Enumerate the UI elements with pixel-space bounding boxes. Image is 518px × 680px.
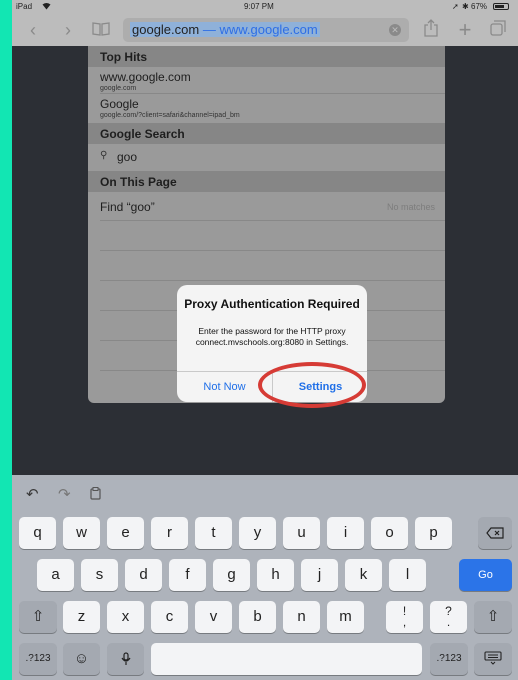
key-k[interactable]: k	[345, 559, 382, 591]
keyboard: ↶ ↷ qwertyuiop asdfghjkl Go ⇧ zxcvbnm !,…	[12, 475, 518, 680]
url-domain: google.com	[132, 22, 200, 37]
search-query: goo	[117, 150, 138, 164]
forward-icon[interactable]: ›	[57, 19, 79, 41]
search-icon: ⚲	[100, 150, 108, 161]
numbers-key-right[interactable]: .?123	[430, 643, 468, 675]
battery-icon	[493, 3, 509, 10]
key-h[interactable]: h	[257, 559, 294, 591]
key-u[interactable]: u	[283, 517, 320, 549]
new-tab-icon[interactable]: +	[454, 19, 476, 41]
undo-icon[interactable]: ↶	[26, 485, 39, 503]
delete-key[interactable]	[478, 517, 512, 549]
key-s[interactable]: s	[81, 559, 118, 591]
share-icon[interactable]	[420, 19, 442, 41]
shift-right-key[interactable]: ⇧	[474, 601, 512, 633]
suggestion-subtitle: google.com/?client=safari&channel=ipad_b…	[100, 112, 240, 119]
key-y[interactable]: y	[239, 517, 276, 549]
question-period-key[interactable]: ?.	[430, 601, 467, 633]
key-n[interactable]: n	[283, 601, 320, 633]
highlight-circle	[258, 362, 366, 408]
on-this-page-header: On This Page	[88, 171, 445, 192]
dismiss-keyboard-icon[interactable]	[474, 643, 512, 675]
numbers-key-left[interactable]: .?123	[19, 643, 57, 675]
suggestion-title: Google	[100, 97, 139, 111]
space-bar[interactable]	[151, 643, 422, 675]
ipad-screen: iPad 9:07 PM ➚ ✱ 67% ‹ › google.com — ww…	[12, 0, 518, 680]
address-bar[interactable]: google.com — www.google.com ✕	[123, 18, 409, 42]
key-label: ,	[402, 615, 407, 629]
bluetooth-icon: ✱	[462, 2, 469, 11]
dialog-title: Proxy Authentication Required	[184, 297, 360, 311]
exclaim-comma-key[interactable]: !,	[386, 601, 423, 633]
key-l[interactable]: l	[389, 559, 426, 591]
key-c[interactable]: c	[151, 601, 188, 633]
key-q[interactable]: q	[19, 517, 56, 549]
device-label: iPad	[16, 2, 33, 11]
tabs-icon[interactable]	[487, 19, 509, 41]
key-v[interactable]: v	[195, 601, 232, 633]
back-icon[interactable]: ‹	[22, 19, 44, 41]
key-j[interactable]: j	[301, 559, 338, 591]
key-p[interactable]: p	[415, 517, 452, 549]
wifi-icon	[42, 2, 51, 12]
search-suggestion-row[interactable]: ⚲ goo	[100, 144, 445, 171]
key-x[interactable]: x	[107, 601, 144, 633]
suggestion-title: www.google.com	[100, 70, 191, 84]
suggestion-row[interactable]: Google google.com/?client=safari&channel…	[100, 94, 445, 120]
key-f[interactable]: f	[169, 559, 206, 591]
browser-toolbar: ‹ › google.com — www.google.com ✕ +	[12, 14, 518, 46]
suggestion-row[interactable]: www.google.com google.com	[100, 67, 445, 94]
google-search-header: Google Search	[88, 123, 445, 144]
shift-left-key[interactable]: ⇧	[19, 601, 57, 633]
key-b[interactable]: b	[239, 601, 276, 633]
key-z[interactable]: z	[63, 601, 100, 633]
key-d[interactable]: d	[125, 559, 162, 591]
key-g[interactable]: g	[213, 559, 250, 591]
find-result: No matches	[386, 202, 435, 212]
bookmarks-icon[interactable]	[90, 19, 112, 41]
paste-icon[interactable]	[90, 487, 101, 504]
battery-percent: 67%	[471, 2, 488, 11]
redo-icon[interactable]: ↷	[58, 485, 71, 503]
key-m[interactable]: m	[327, 601, 364, 633]
divider	[100, 280, 445, 281]
go-key[interactable]: Go	[459, 559, 512, 591]
key-a[interactable]: a	[37, 559, 74, 591]
microphone-icon[interactable]	[107, 643, 144, 675]
suggestion-subtitle: google.com	[100, 85, 137, 92]
dialog-message: Enter the password for the HTTP proxy co…	[195, 326, 349, 347]
key-o[interactable]: o	[371, 517, 408, 549]
key-w[interactable]: w	[63, 517, 100, 549]
find-label: Find “goo”	[100, 200, 155, 214]
key-e[interactable]: e	[107, 517, 144, 549]
top-hits-header: Top Hits	[88, 46, 445, 67]
page-background	[12, 403, 518, 475]
location-icon: ➚	[452, 2, 459, 11]
emoji-icon[interactable]: ☺	[63, 643, 100, 675]
divider	[100, 250, 445, 251]
find-on-page-row[interactable]: Find “goo” No matches	[100, 192, 445, 221]
status-bar: iPad 9:07 PM ➚ ✱ 67%	[12, 0, 518, 14]
key-i[interactable]: i	[327, 517, 364, 549]
key-t[interactable]: t	[195, 517, 232, 549]
url-full: — www.google.com	[202, 22, 318, 37]
url-text[interactable]: google.com — www.google.com	[130, 22, 320, 37]
key-label: .	[446, 615, 451, 629]
clear-text-icon[interactable]: ✕	[389, 24, 401, 36]
key-r[interactable]: r	[151, 517, 188, 549]
clock: 9:07 PM	[244, 2, 274, 11]
